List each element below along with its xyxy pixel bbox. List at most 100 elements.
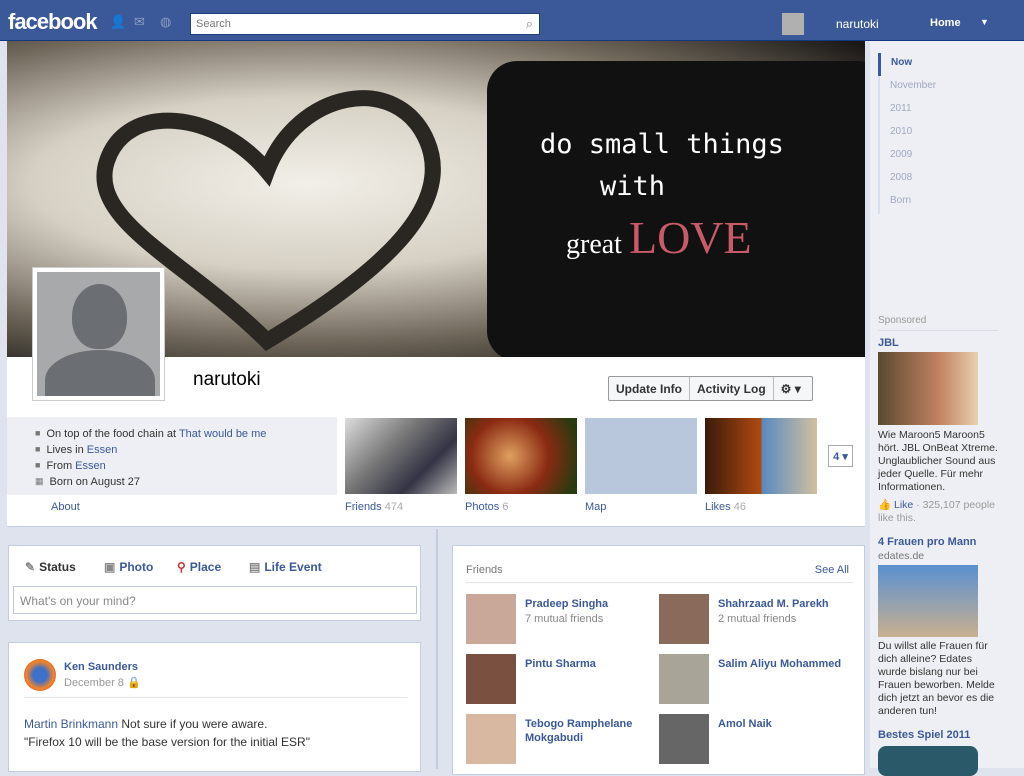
post-body: Martin Brinkmann Not sure if you were aw…: [24, 715, 414, 751]
home-icon: ■: [35, 444, 41, 454]
status-input[interactable]: What's on your mind?: [13, 586, 417, 614]
about-link[interactable]: About: [51, 501, 80, 513]
mutual-friends: 2 mutual friends: [718, 613, 797, 625]
friend-avatar[interactable]: [466, 714, 516, 764]
tab-life-event[interactable]: ▤ Life Event: [249, 560, 322, 574]
friend-item[interactable]: Pintu Sharma: [466, 654, 656, 709]
update-info-button[interactable]: Update Info: [609, 377, 690, 400]
mutual-friends: 7 mutual friends: [525, 613, 604, 625]
likes-tile-label[interactable]: Likes 46: [705, 501, 746, 513]
tab-photo[interactable]: ▣ Photo: [104, 560, 153, 574]
friend-name[interactable]: Pradeep Singha: [525, 597, 655, 611]
search-icon[interactable]: ⌕: [526, 16, 533, 32]
ad-jbl-image[interactable]: [878, 352, 978, 425]
post-text-1: Not sure if you were aware.: [118, 717, 268, 731]
author-avatar[interactable]: [24, 659, 56, 691]
friend-name[interactable]: Salim Aliyu Mohammed: [718, 657, 848, 671]
info-link[interactable]: That would be me: [179, 428, 266, 440]
friends-tile[interactable]: [345, 418, 457, 494]
info-link[interactable]: Essen: [87, 444, 118, 456]
map-tile-label[interactable]: Map: [585, 501, 606, 513]
likes-tile[interactable]: [705, 418, 817, 494]
post-date[interactable]: December 8 🔒: [64, 676, 141, 689]
friend-avatar[interactable]: [466, 594, 516, 644]
friend-avatar[interactable]: [659, 714, 709, 764]
ad-frauen-text: Du willst alle Frauen für dich alleine? …: [878, 640, 995, 717]
timeline-spine: [436, 529, 438, 769]
like-button[interactable]: 👍 Like: [878, 499, 913, 511]
friend-name[interactable]: Shahrzaad M. Parekh: [718, 597, 848, 611]
friend-item[interactable]: Amol Naik: [659, 714, 849, 769]
friend-item[interactable]: Tebogo Ramphelane Mokgabudi: [466, 714, 656, 769]
tab-label: Life Event: [264, 560, 322, 574]
status-icon: ✎: [25, 560, 36, 574]
user-name-link[interactable]: narutoki: [836, 17, 879, 31]
mention-link[interactable]: Martin Brinkmann: [24, 717, 118, 731]
ad-jbl-likes: 👍 Like · 325,107 people like this.: [878, 499, 1003, 525]
friend-requests-icon[interactable]: 👤: [110, 14, 126, 29]
settings-gear-button[interactable]: ⚙ ▾: [774, 377, 812, 400]
friend-name[interactable]: Pintu Sharma: [525, 657, 655, 671]
status-composer: ✎ Status ▣ Photo ⚲ Place ▤ Life Event What's…: [8, 545, 421, 621]
search-input[interactable]: Search ⌕: [190, 13, 540, 35]
tab-label: Photo: [119, 560, 154, 574]
tile-count: 46: [733, 501, 746, 513]
year-2009[interactable]: 2009: [880, 145, 936, 168]
friend-name[interactable]: Tebogo Ramphelane Mokgabudi: [525, 717, 655, 745]
ad-frauen-image[interactable]: [878, 565, 978, 637]
year-2010[interactable]: 2010: [880, 122, 936, 145]
friends-tile-label[interactable]: Friends 474: [345, 501, 403, 513]
year-2011[interactable]: 2011: [880, 99, 936, 122]
notifications-icon[interactable]: ◍: [160, 14, 174, 29]
about-summary: ■ On top of the food chain at That would …: [7, 417, 337, 495]
friend-name[interactable]: Amol Naik: [718, 717, 848, 731]
tab-place[interactable]: ⚲ Place: [177, 560, 221, 574]
profile-name[interactable]: narutoki: [193, 369, 261, 391]
ad-spiel-title[interactable]: Bestes Spiel 2011: [878, 729, 970, 741]
timeline-post: Ken Saunders December 8 🔒 Martin Brinkma…: [8, 642, 421, 772]
year-november[interactable]: November: [880, 76, 936, 99]
info-lives: ■ Lives in Essen: [35, 444, 117, 456]
ad-frauen-title[interactable]: 4 Frauen pro Mann: [878, 536, 976, 548]
profile-actions: Update Info Activity Log ⚙ ▾: [608, 376, 813, 401]
more-sections-button[interactable]: 4 ▾: [828, 445, 853, 467]
calendar-icon: ▦: [35, 476, 44, 486]
photos-tile[interactable]: [465, 418, 577, 494]
timeline-main: do small things with great LOVE narutoki…: [7, 41, 865, 775]
divider: [466, 582, 853, 583]
year-now[interactable]: Now: [878, 53, 936, 76]
account-menu-icon[interactable]: ▼: [980, 17, 989, 27]
home-link[interactable]: Home: [930, 17, 961, 29]
see-all-link[interactable]: See All: [815, 564, 849, 576]
ad-frauen-domain: edates.de: [878, 550, 925, 562]
messages-icon[interactable]: ✉: [134, 14, 148, 29]
map-tile[interactable]: [585, 418, 697, 494]
tile-count: 6: [502, 501, 509, 513]
cover-quote-great: great: [566, 229, 629, 260]
friend-avatar[interactable]: [659, 654, 709, 704]
friend-item[interactable]: Shahrzaad M. Parekh 2 mutual friends: [659, 594, 849, 649]
info-link[interactable]: Essen: [75, 460, 106, 472]
timeline-year-nav: Now November 2011 2010 2009 2008 Born: [878, 53, 936, 214]
activity-log-button[interactable]: Activity Log: [690, 377, 774, 400]
info-text: Lives in: [46, 444, 87, 456]
profile-picture[interactable]: [32, 267, 165, 401]
photos-tile-label[interactable]: Photos 6: [465, 501, 508, 513]
tab-status[interactable]: ✎ Status: [25, 560, 76, 574]
user-avatar[interactable]: [782, 13, 804, 35]
post-date-text: December 8: [64, 677, 124, 689]
facebook-logo[interactable]: facebook: [8, 9, 98, 35]
life-event-icon: ▤: [249, 560, 261, 574]
friend-item[interactable]: Salim Aliyu Mohammed: [659, 654, 849, 709]
tile-label: Friends: [345, 501, 382, 513]
friend-avatar[interactable]: [659, 594, 709, 644]
year-2008[interactable]: 2008: [880, 168, 936, 191]
ad-jbl-title[interactable]: JBL: [878, 337, 899, 349]
friend-item[interactable]: Pradeep Singha 7 mutual friends: [466, 594, 656, 649]
ad-spiel-image[interactable]: [878, 746, 978, 776]
year-born[interactable]: Born: [880, 191, 936, 214]
post-author-link[interactable]: Ken Saunders: [64, 661, 138, 673]
tile-label: Photos: [465, 501, 500, 513]
cover-quote-line3: great LOVE: [566, 211, 752, 264]
friend-avatar[interactable]: [466, 654, 516, 704]
